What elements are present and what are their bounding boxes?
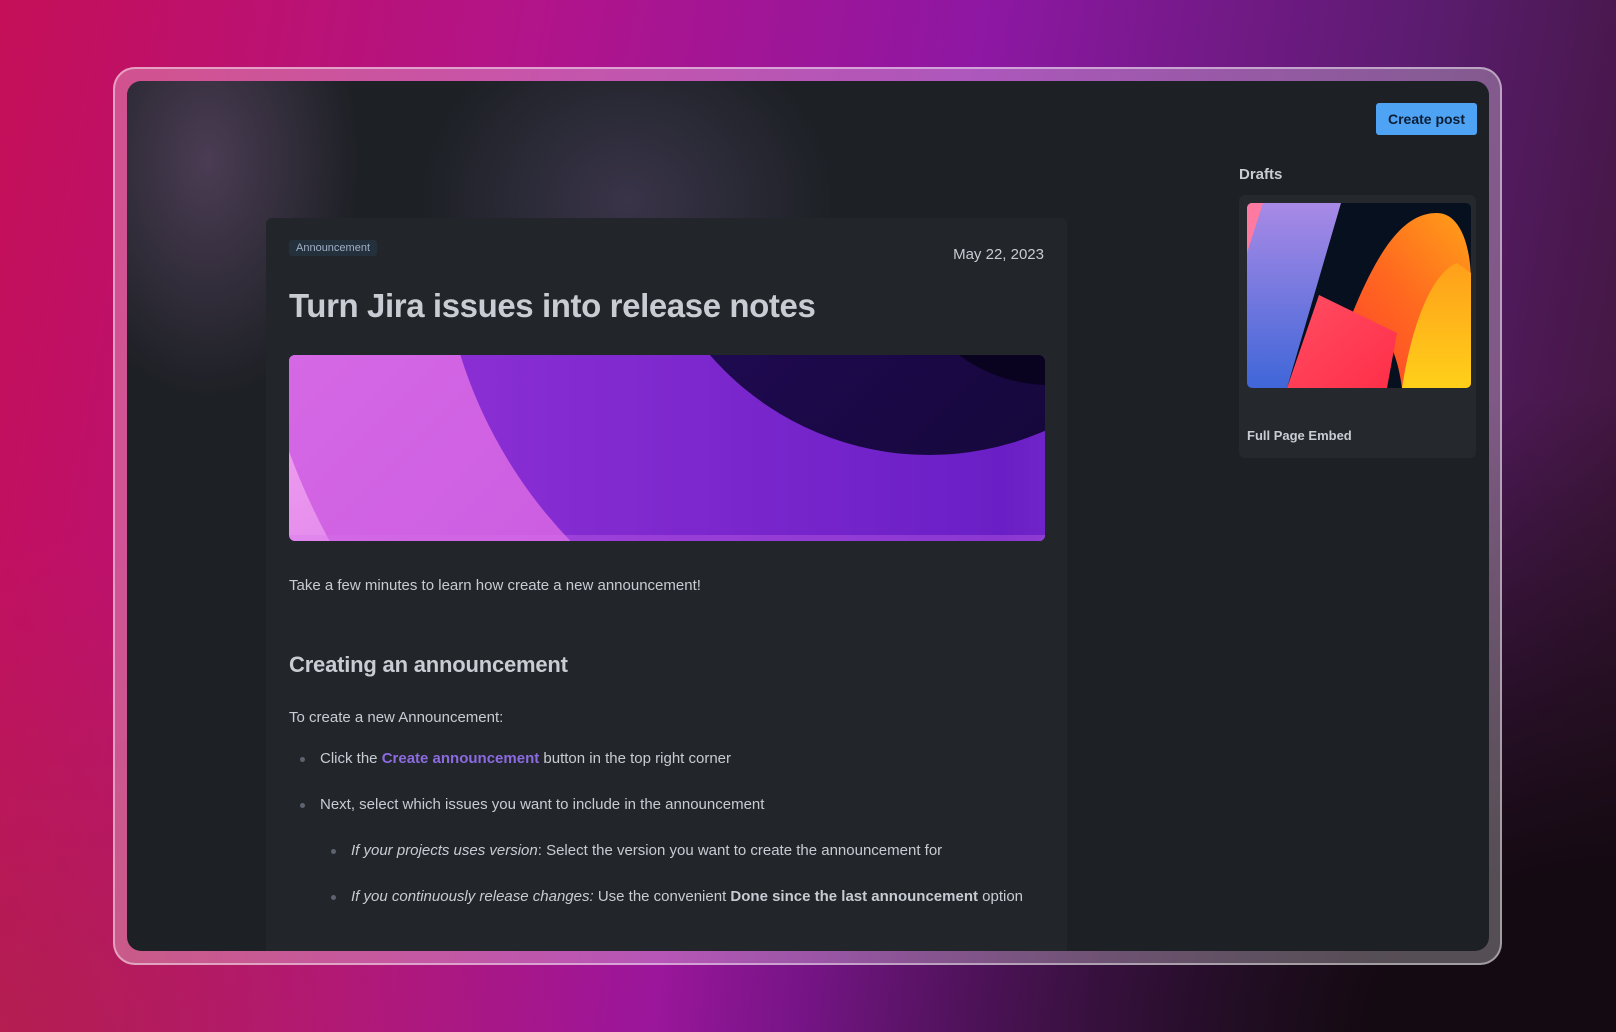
- drafts-title: Drafts: [1239, 166, 1283, 183]
- drafts-sidebar: Drafts Full Page Embed: [1239, 166, 1476, 458]
- draft-label: Full Page Embed: [1247, 428, 1352, 443]
- post-date: May 22, 2023: [953, 245, 1044, 263]
- app-window: Create post Announcement May 22, 2023 Tu…: [127, 81, 1489, 951]
- list-item: If you continuously release changes: Use…: [331, 883, 1044, 910]
- post-card: Announcement May 22, 2023 Turn Jira issu…: [266, 218, 1067, 951]
- strong-text: Done since the last announcement: [730, 888, 978, 905]
- hero-image: [289, 355, 1045, 541]
- category-tag: Announcement: [289, 240, 377, 256]
- emphasis-text: If your projects uses version: [351, 842, 538, 859]
- draft-card[interactable]: Full Page Embed: [1239, 195, 1476, 458]
- section-heading: Creating an announcement: [289, 652, 568, 677]
- step-text: : Select the version you want to create …: [537, 842, 943, 859]
- create-announcement-link[interactable]: Create announcement: [382, 750, 540, 767]
- list-item: Next, select which issues you want to in…: [300, 791, 1044, 910]
- step-text: button in the top right corner: [539, 750, 732, 767]
- list-item: Click the Create announcement button in …: [300, 745, 1044, 772]
- post-title: Turn Jira issues into release notes: [289, 287, 816, 324]
- emphasis-text: If you continuously release changes:: [351, 888, 594, 905]
- lead-text: To create a new Announcement:: [289, 709, 504, 726]
- create-post-button[interactable]: Create post: [1375, 103, 1477, 135]
- draft-thumbnail: [1247, 203, 1471, 388]
- post-intro: Take a few minutes to learn how create a…: [289, 577, 701, 594]
- step-text: Use the convenient: [593, 888, 731, 905]
- step-text: Click the: [320, 750, 382, 767]
- substeps-list: If your projects uses version: Select th…: [320, 837, 1044, 910]
- step-text: option: [977, 888, 1024, 905]
- steps-list: Click the Create announcement button in …: [289, 745, 1044, 910]
- step-text: Next, select which issues you want to in…: [320, 796, 765, 813]
- list-item: If your projects uses version: Select th…: [331, 837, 1044, 864]
